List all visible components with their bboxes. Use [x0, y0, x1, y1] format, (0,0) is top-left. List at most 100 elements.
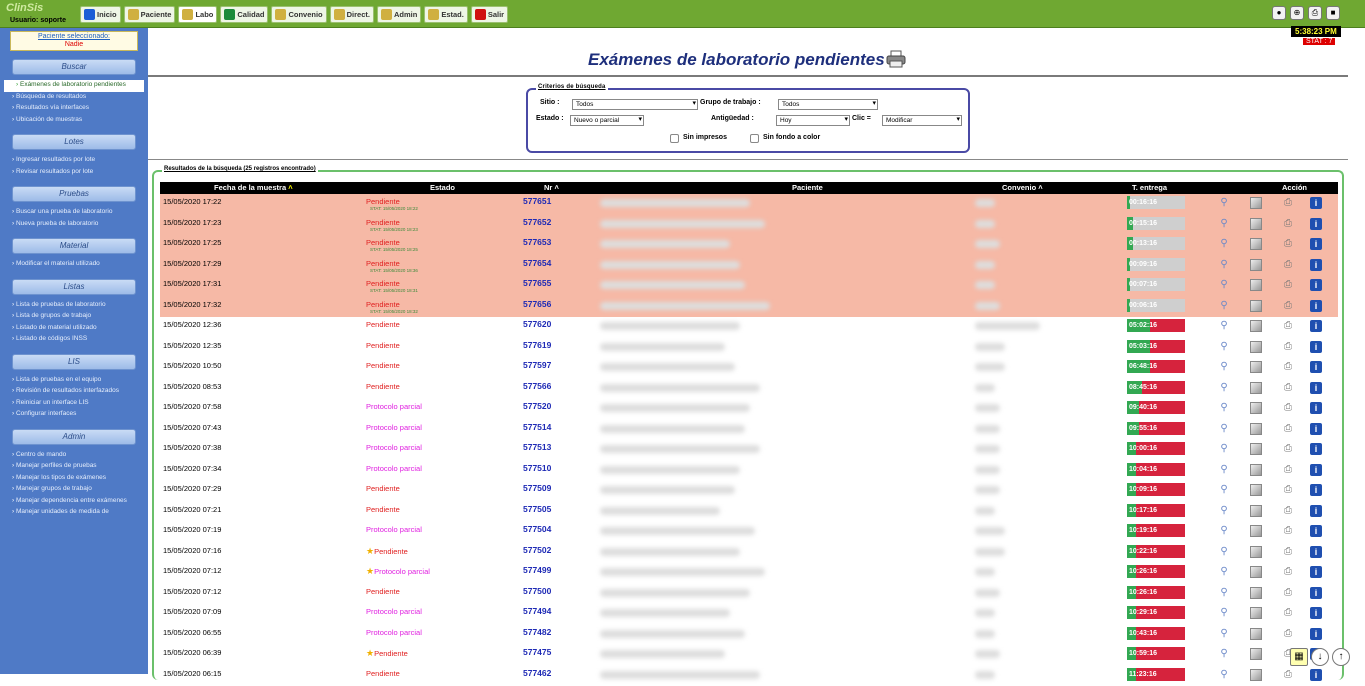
- order-number[interactable]: 577655: [523, 278, 551, 288]
- tab-admin[interactable]: Admin: [377, 6, 421, 23]
- order-number[interactable]: 577520: [523, 401, 551, 411]
- sidebar-item[interactable]: Revisar resultados por lote: [0, 167, 148, 179]
- search-icon[interactable]: ⚲: [1218, 464, 1230, 476]
- patient-name-blurred[interactable]: [600, 650, 725, 658]
- print-icon[interactable]: ⎙: [1282, 484, 1294, 496]
- edit-icon[interactable]: [1250, 197, 1262, 209]
- patient-name-blurred[interactable]: [600, 363, 735, 371]
- grupo-select[interactable]: Todos: [778, 99, 878, 110]
- search-icon[interactable]: ⚲: [1218, 628, 1230, 640]
- edit-icon[interactable]: [1250, 320, 1262, 332]
- print-icon[interactable]: ⎙: [1282, 607, 1294, 619]
- col-nr-header[interactable]: Nr ˄: [544, 183, 559, 192]
- search-icon[interactable]: ⚲: [1218, 525, 1230, 537]
- order-number[interactable]: 577566: [523, 381, 551, 391]
- info-icon[interactable]: i: [1310, 423, 1322, 435]
- sidebar-item[interactable]: Lista de grupos de trabajo: [0, 311, 148, 323]
- table-row[interactable]: 15/05/2020 17:31PendienteSTAT: 15/05/202…: [160, 276, 1338, 297]
- sidebar-header-listas[interactable]: Listas: [12, 279, 136, 295]
- table-row[interactable]: 15/05/2020 12:36Pendiente57762005:02:16⚲…: [160, 317, 1338, 338]
- selected-patient-link[interactable]: Paciente seleccionado:: [12, 33, 136, 41]
- print-icon[interactable]: ⎙: [1282, 443, 1294, 455]
- table-row[interactable]: 15/05/2020 07:21Pendiente57750510:17:16⚲…: [160, 502, 1338, 523]
- edit-icon[interactable]: [1250, 279, 1262, 291]
- sidebar-item[interactable]: Ingresar resultados por lote: [0, 155, 148, 167]
- table-row[interactable]: 15/05/2020 07:34Protocolo parcial5775101…: [160, 461, 1338, 482]
- patient-name-blurred[interactable]: [600, 302, 770, 310]
- col-convenio-header[interactable]: Convenio ˄: [1002, 183, 1043, 192]
- add-circle-icon[interactable]: ⊕: [1290, 6, 1304, 20]
- edit-icon[interactable]: [1250, 259, 1262, 271]
- tab-salir[interactable]: Salir: [471, 6, 508, 23]
- sidebar-item[interactable]: Reiniciar un interface LIS: [0, 398, 148, 410]
- tab-direct[interactable]: Direct.: [330, 6, 374, 23]
- order-number[interactable]: 577462: [523, 668, 551, 678]
- edit-icon[interactable]: [1250, 464, 1262, 476]
- patient-name-blurred[interactable]: [600, 671, 760, 679]
- order-number[interactable]: 577509: [523, 483, 551, 493]
- sort-icon[interactable]: ˄: [288, 183, 292, 192]
- clic-select[interactable]: Modificar: [882, 115, 962, 126]
- info-icon[interactable]: i: [1310, 525, 1322, 537]
- sidebar-item[interactable]: Modificar el material utilizado: [0, 259, 148, 271]
- edit-icon[interactable]: [1250, 443, 1262, 455]
- edit-icon[interactable]: [1250, 587, 1262, 599]
- sidebar-item[interactable]: Manejar los tipos de exámenes: [0, 473, 148, 485]
- sidebar-item[interactable]: Lista de pruebas en el equipo: [0, 375, 148, 387]
- search-icon[interactable]: ⚲: [1218, 382, 1230, 394]
- search-icon[interactable]: ⚲: [1218, 546, 1230, 558]
- patient-name-blurred[interactable]: [600, 261, 740, 269]
- order-number[interactable]: 577482: [523, 627, 551, 637]
- edit-icon[interactable]: [1250, 525, 1262, 537]
- order-number[interactable]: 577619: [523, 340, 551, 350]
- sort-icon[interactable]: ˄: [1038, 183, 1042, 192]
- order-number[interactable]: 577651: [523, 196, 551, 206]
- search-icon[interactable]: ⚲: [1218, 279, 1230, 291]
- print-icon[interactable]: ⎙: [1282, 300, 1294, 312]
- sidebar-header-buscar[interactable]: Buscar: [12, 59, 136, 75]
- print-icon[interactable]: ⎙: [1282, 546, 1294, 558]
- order-number[interactable]: 577475: [523, 647, 551, 657]
- sidebar-header-admin[interactable]: Admin: [12, 429, 136, 445]
- print-icon[interactable]: ⎙: [1282, 402, 1294, 414]
- info-icon[interactable]: i: [1310, 320, 1322, 332]
- print-icon[interactable]: ⎙: [1282, 259, 1294, 271]
- patient-name-blurred[interactable]: [600, 527, 755, 535]
- order-number[interactable]: 577514: [523, 422, 551, 432]
- table-row[interactable]: 15/05/2020 06:39★Pendiente57747510:59:16…: [160, 645, 1338, 666]
- table-row[interactable]: 15/05/2020 07:38Protocolo parcial5775131…: [160, 440, 1338, 461]
- info-icon[interactable]: i: [1310, 259, 1322, 271]
- patient-name-blurred[interactable]: [600, 384, 760, 392]
- edit-icon[interactable]: [1250, 648, 1262, 660]
- info-icon[interactable]: i: [1310, 628, 1322, 640]
- order-number[interactable]: 577620: [523, 319, 551, 329]
- print-icon[interactable]: ⎙: [1282, 464, 1294, 476]
- order-number[interactable]: 577653: [523, 237, 551, 247]
- patient-name-blurred[interactable]: [600, 343, 725, 351]
- print-icon[interactable]: ⎙: [1282, 669, 1294, 681]
- sin-fondo-checkbox[interactable]: [750, 134, 759, 143]
- sort-icon[interactable]: ˄: [554, 183, 558, 192]
- sidebar-header-lotes[interactable]: Lotes: [12, 134, 136, 150]
- print-icon[interactable]: ⎙: [1282, 566, 1294, 578]
- table-row[interactable]: 15/05/2020 07:43Protocolo parcial5775140…: [160, 420, 1338, 441]
- patient-name-blurred[interactable]: [600, 199, 750, 207]
- search-icon[interactable]: ⚲: [1218, 607, 1230, 619]
- edit-icon[interactable]: [1250, 669, 1262, 681]
- edit-icon[interactable]: [1250, 300, 1262, 312]
- table-row[interactable]: 15/05/2020 17:22PendienteSTAT: 15/05/202…: [160, 194, 1338, 215]
- antiguedad-select[interactable]: Hoy: [776, 115, 850, 126]
- print-icon[interactable]: ⎙: [1282, 320, 1294, 332]
- search-icon[interactable]: ⚲: [1218, 587, 1230, 599]
- search-icon[interactable]: ⚲: [1218, 566, 1230, 578]
- edit-icon[interactable]: [1250, 382, 1262, 394]
- order-number[interactable]: 577494: [523, 606, 551, 616]
- search-icon[interactable]: ⚲: [1218, 423, 1230, 435]
- order-number[interactable]: 577500: [523, 586, 551, 596]
- print-icon[interactable]: ⎙: [1282, 361, 1294, 373]
- print-icon[interactable]: ⎙: [1308, 6, 1322, 20]
- table-row[interactable]: 15/05/2020 12:35Pendiente57761905:03:16⚲…: [160, 338, 1338, 359]
- info-icon[interactable]: i: [1310, 238, 1322, 250]
- edit-icon[interactable]: [1250, 607, 1262, 619]
- tab-inicio[interactable]: Inicio: [80, 6, 121, 23]
